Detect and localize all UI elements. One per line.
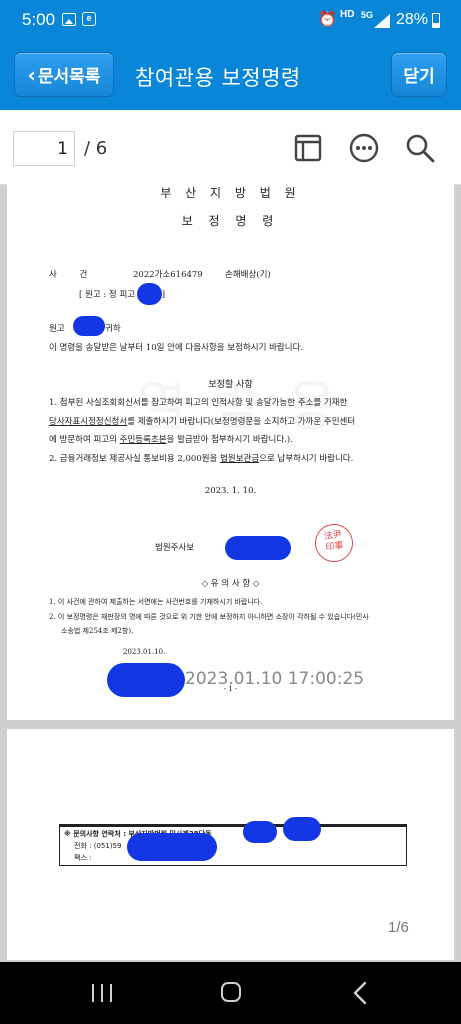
signer-title: 법원주사보 [155, 543, 195, 553]
underlined-term: 주민등록초본 [119, 435, 167, 445]
document-page-2[interactable]: ※ 문의사항 연락처 : 부산지방법원 민사제28단독 전화 : (051)59… [7, 729, 454, 960]
note-2: 2. 이 보정명령은 재판장의 명에 따른 것으로 위 기한 안에 보정하지 아… [49, 613, 369, 621]
contact-line-3: 팩스 : [74, 854, 92, 862]
app-notification-icon: e [82, 12, 96, 26]
print-date: 2023.01.10. [123, 648, 166, 656]
hd-voice-icon: HD [340, 9, 355, 20]
note-3: 소송법 제254조 제2항). [61, 627, 134, 635]
redaction-mark [225, 536, 291, 560]
item1-line2: 당사자표시정정신청서를 제출하시기 바랍니다(보정명령문을 소지하고 가까운 주… [49, 415, 355, 427]
status-time: 5:00 [22, 10, 56, 29]
document-list-label: 문서목록 [37, 67, 101, 87]
network-5g-icon: 5G [361, 10, 374, 20]
item1-line3: 에 방문하여 피고의 주민등록초본을 발급받아 첨부하시기 바랍니다.). [49, 433, 293, 445]
redaction-mark [73, 316, 105, 336]
item2-a: 2. 금융거래정보 제공사실 통보비용 2,000원을 [49, 454, 221, 464]
case-type: 손해배상(기) [225, 270, 271, 280]
recent-apps-icon[interactable] [92, 984, 114, 1002]
notes-heading: ◇ 유 의 사 항 ◇ [201, 579, 260, 589]
case-number: 2022가소616479 [133, 270, 203, 280]
page-title: 참여관용 보정명령 [135, 66, 301, 90]
close-label: 닫기 [403, 67, 435, 87]
item1-line1: 1. 첨부된 사실조회회신서를 참고하여 피고의 인적사항 및 송달가능한 주소… [49, 398, 348, 408]
back-icon[interactable] [352, 980, 368, 1006]
court-name: 부 산 지 방 법 원 [160, 186, 301, 200]
case-label: 사 건 [49, 270, 98, 280]
gallery-notification-icon [62, 13, 76, 26]
contact-box: ※ 문의사항 연락처 : 부산지방법원 민사제28단독 전화 : (051)59… [59, 824, 407, 866]
layout-icon[interactable] [292, 132, 324, 164]
home-icon[interactable] [221, 982, 241, 1002]
item1-line2-rest: 를 제출하시기 바랍니다(보정명령문을 소지하고 가까운 주민센터 [127, 417, 356, 427]
addressee-prefix: 원고 [49, 324, 65, 334]
battery-icon [432, 13, 440, 28]
search-icon[interactable] [404, 132, 436, 164]
battery-percent: 28% [396, 11, 429, 28]
document-date: 2023. 1. 10. [204, 486, 257, 496]
page-indicator: 1/6 [388, 919, 409, 936]
document-page-1[interactable]: 열 람 용 부 산 지 방 법 원 보 정 명 령 사 건 2022가소6164… [7, 184, 454, 720]
official-seal: 法尹 印事 [312, 521, 356, 565]
app-header: ‹ 문서목록 참여관용 보정명령 닫기 [0, 40, 461, 110]
section-heading: 보정할 사항 [208, 380, 253, 390]
page-total: / 6 [84, 138, 108, 159]
item2: 2. 금융거래정보 제공사실 통보비용 2,000원을 법원보관금으로 납부하시… [49, 452, 353, 464]
intro-text: 이 명령을 송달받은 날부터 10일 안에 다음사항을 보정하시기 바랍니다. [49, 343, 304, 353]
seal-text: 法尹 印事 [323, 529, 345, 554]
underlined-term: 당사자표시정정신청서 [49, 417, 128, 427]
status-bar: 5:00 e ⏰ HD 5G 28% [0, 0, 461, 40]
addressee-suffix: 귀하 [105, 324, 121, 334]
note-1: 1. 이 사건에 관하여 제출하는 서면에는 사건번호를 기재하시기 바랍니다. [49, 598, 263, 606]
close-button[interactable]: 닫기 [391, 52, 447, 97]
more-icon[interactable] [348, 132, 380, 164]
contact-line-2: 전화 : (051)59 [74, 842, 122, 850]
redaction-mark [127, 833, 217, 861]
redaction-mark [283, 817, 321, 841]
document-title: 보 정 명 령 [181, 214, 280, 228]
system-nav-bar [0, 962, 461, 1024]
page-number-footer: - 1 - [223, 685, 238, 693]
underlined-term: 법원보관금 [220, 454, 260, 464]
redaction-mark [243, 821, 277, 843]
viewer-toolbar: / 6 [0, 110, 461, 185]
item1-line3-b: 을 발급받아 첨부하시기 바랍니다.). [166, 435, 293, 445]
item2-b: 으로 납부하시기 바랍니다. [259, 454, 354, 464]
redaction-mark [137, 283, 162, 305]
document-list-button[interactable]: ‹ 문서목록 [14, 52, 114, 97]
signal-icon [374, 14, 390, 28]
page-number-input[interactable] [13, 131, 75, 166]
item1-line3-a: 에 방문하여 피고의 [49, 435, 120, 445]
chevron-left-icon: ‹ [27, 62, 36, 87]
alarm-icon: ⏰ [318, 11, 337, 28]
